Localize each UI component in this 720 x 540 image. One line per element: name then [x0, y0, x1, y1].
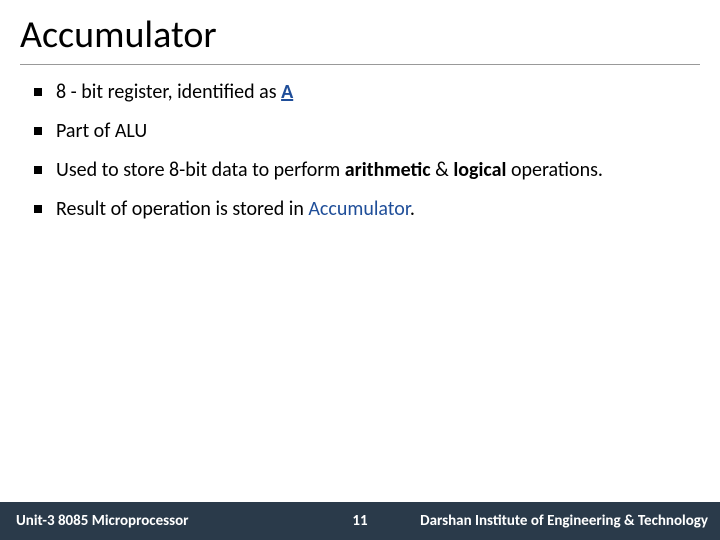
highlight-accumulator: Accumulator [308, 197, 409, 221]
bullet-marker-icon [34, 127, 42, 135]
slide-footer: Unit-3 8085 Microprocessor 11 Darshan In… [0, 502, 720, 540]
footer-page-number: 11 [352, 512, 367, 530]
bold-arithmetic: arithmetic [345, 158, 431, 182]
bullet-marker-icon [34, 166, 42, 174]
text-fragment: & [431, 158, 454, 182]
footer-unit: Unit-3 8085 Microprocessor [12, 512, 189, 530]
bullet-item: Part of ALU [34, 118, 700, 145]
text-fragment: Used to store 8-bit data to perform [56, 158, 345, 182]
bullet-marker-icon [34, 205, 42, 213]
bullet-text: Result of operation is stored in Accumul… [56, 196, 700, 223]
bold-logical: logical [453, 158, 506, 182]
bullet-list: 8 - bit register, identified as A Part o… [20, 79, 700, 540]
bullet-item: 8 - bit register, identified as A [34, 79, 700, 106]
text-fragment: . [410, 197, 415, 221]
slide: Accumulator 8 - bit register, identified… [0, 0, 720, 540]
text-fragment: Result of operation is stored in [56, 197, 308, 221]
bullet-text: Used to store 8-bit data to perform arit… [56, 157, 700, 184]
footer-institute: Darshan Institute of Engineering & Techn… [420, 512, 708, 530]
slide-title: Accumulator [20, 12, 700, 65]
bullet-text: 8 - bit register, identified as A [56, 79, 700, 106]
highlight-register-a: A [281, 80, 293, 104]
bullet-item: Result of operation is stored in Accumul… [34, 196, 700, 223]
text-fragment: 8 - bit register, identified as [56, 80, 281, 104]
bullet-item: Used to store 8-bit data to perform arit… [34, 157, 700, 184]
text-fragment: operations. [506, 158, 603, 182]
bullet-text: Part of ALU [56, 118, 700, 145]
bullet-marker-icon [34, 88, 42, 96]
